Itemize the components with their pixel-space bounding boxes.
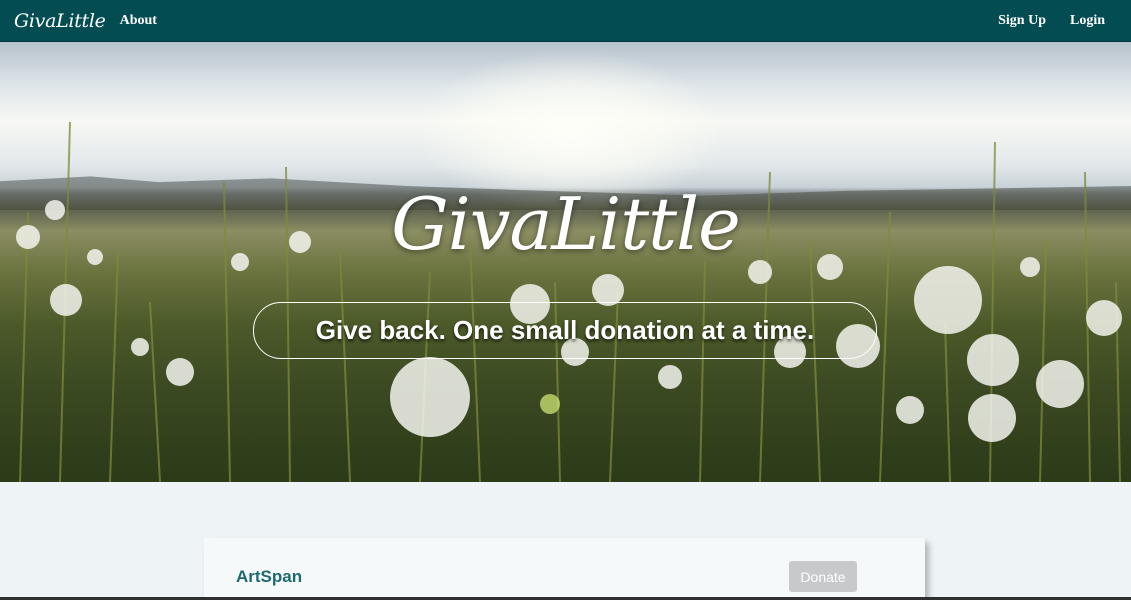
brand-logo-link[interactable]: GivaLittle: [14, 10, 106, 32]
navbar-right: Sign Up Login: [974, 13, 1117, 29]
charity-card: ArtSpan Donate: [204, 538, 925, 600]
top-navbar: GivaLittle About Sign Up Login: [0, 0, 1131, 42]
charity-name-link[interactable]: ArtSpan: [236, 567, 302, 587]
navbar-left: GivaLittle About: [14, 10, 157, 32]
nav-login-link[interactable]: Login: [1070, 13, 1105, 29]
donate-button[interactable]: Donate: [789, 561, 857, 592]
nav-sign-up-link[interactable]: Sign Up: [998, 13, 1046, 29]
hero-banner: GivaLittle Give back. One small donation…: [0, 42, 1131, 482]
nav-about-link[interactable]: About: [120, 13, 157, 29]
hero-tagline: Give back. One small donation at a time.: [253, 302, 877, 359]
hero-title: GivaLittle: [391, 182, 741, 266]
